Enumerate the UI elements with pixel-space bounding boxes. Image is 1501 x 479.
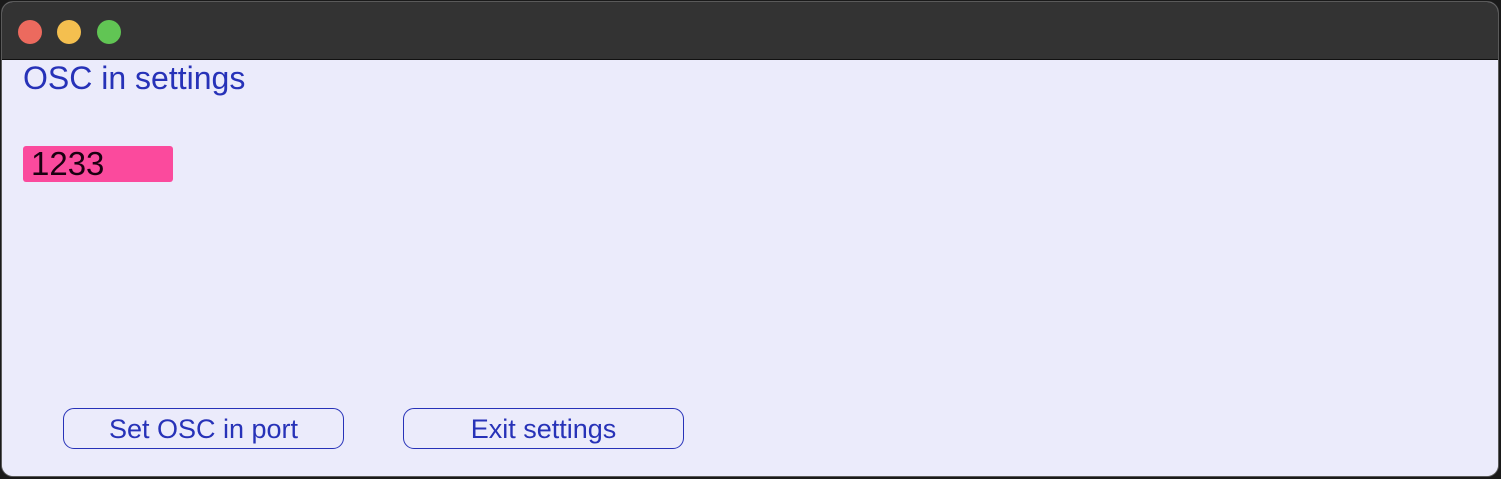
app-window: OSC in settings Set OSC in port Exit set… [1, 1, 1499, 477]
set-osc-in-port-button[interactable]: Set OSC in port [63, 408, 344, 449]
zoom-icon[interactable] [97, 20, 121, 44]
exit-settings-button[interactable]: Exit settings [403, 408, 684, 449]
settings-panel: OSC in settings Set OSC in port Exit set… [2, 60, 1498, 476]
close-icon[interactable] [18, 20, 42, 44]
osc-port-input[interactable] [23, 146, 173, 182]
page-title: OSC in settings [23, 60, 246, 96]
title-bar [2, 2, 1498, 60]
minimize-icon[interactable] [57, 20, 81, 44]
